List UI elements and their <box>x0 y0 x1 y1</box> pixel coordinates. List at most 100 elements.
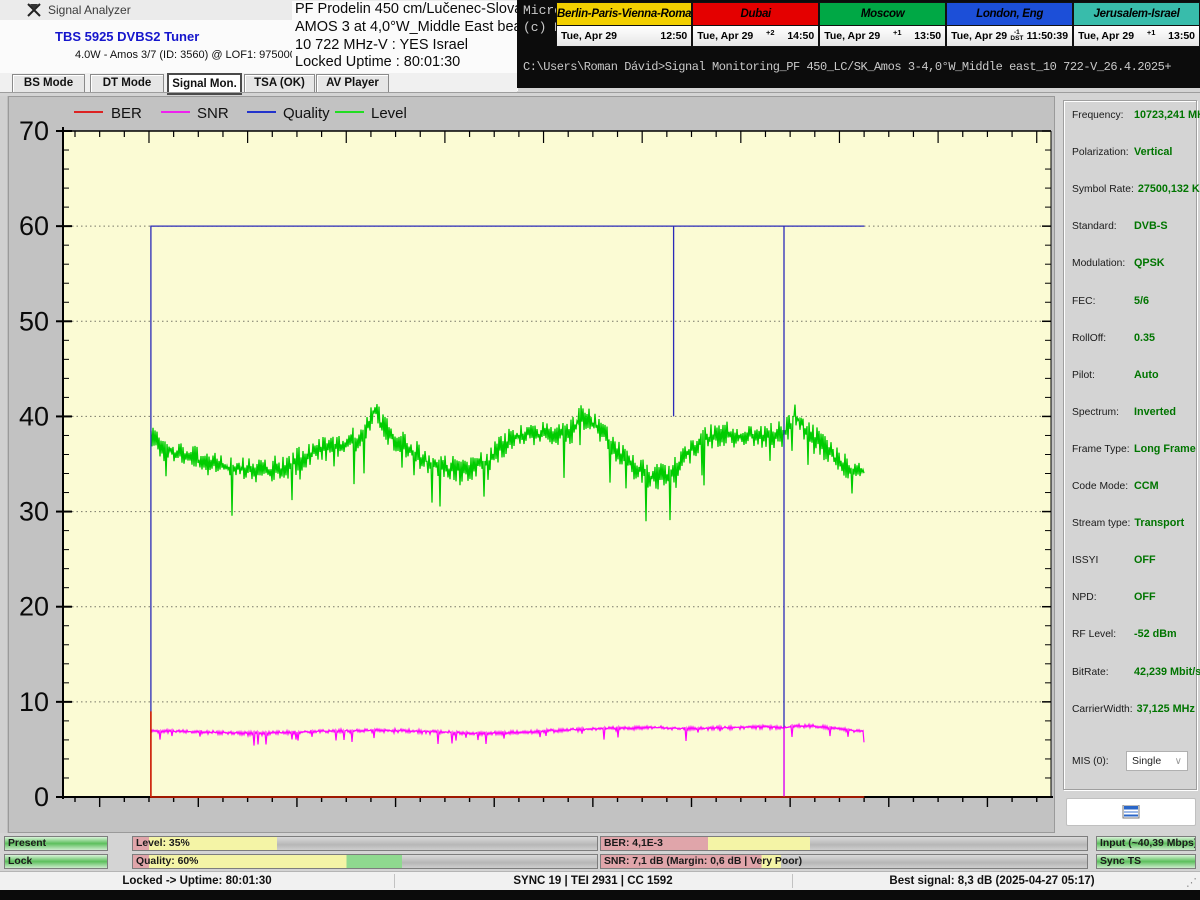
status-bar: Locked -> Uptime: 80:01:30 SYNC 19 | TEI… <box>0 871 1200 890</box>
clock-time: 12:50 <box>660 30 688 42</box>
param-value: Auto <box>1134 368 1159 381</box>
param-label: Frequency: <box>1072 110 1124 121</box>
clock-date: Tue, Apr 29 <box>951 30 1008 42</box>
param-row: CarrierWidth: 37,125 MHz <box>1072 703 1195 715</box>
clock-time: 13:50 <box>914 30 942 42</box>
mis-dropdown[interactable]: Single ∨ <box>1126 751 1188 771</box>
tab-av-player[interactable]: AV Player <box>316 74 389 93</box>
svg-text:BER: BER <box>111 105 142 122</box>
input-indicator: Input (~40,39 Mbps) <box>1096 836 1196 851</box>
param-value: 0.35 <box>1134 331 1156 344</box>
terminal-prompt[interactable]: C:\Users\Roman Dávid>Signal Monitoring_P… <box>523 60 1172 74</box>
svg-text:20: 20 <box>19 592 49 622</box>
param-label: CarrierWidth: <box>1072 703 1133 715</box>
status-best-signal: Best signal: 8,3 dB (2025-04-27 05:17) <box>889 875 1095 887</box>
svg-text:50: 50 <box>19 306 49 336</box>
disk-icon <box>1122 805 1140 819</box>
mis-selected-value: Single <box>1132 755 1162 767</box>
clock-time-row: Tue, Apr 29 12:50 <box>557 26 692 46</box>
svg-text:70: 70 <box>19 116 49 146</box>
tab-bs-mode[interactable]: BS Mode <box>12 74 85 93</box>
clock-dst-offset: -1 DST <box>1010 29 1024 42</box>
app-icon <box>27 3 41 17</box>
param-value: Long Frame <box>1134 442 1196 455</box>
param-label: ISSYI <box>1072 555 1099 567</box>
param-value: QPSK <box>1134 257 1165 270</box>
clock-time-row: Tue, Apr 29 -1 DST 11:50:39 <box>947 26 1073 46</box>
clock-date: Tue, Apr 29 <box>561 30 618 42</box>
svg-text:30: 30 <box>19 497 49 527</box>
level-bar: Level: 35% <box>132 836 598 851</box>
param-value: 27500,132 KS/s <box>1137 183 1200 196</box>
clock-offset: +2 <box>766 27 775 37</box>
tab-tsa[interactable]: TSA (OK) <box>244 74 315 93</box>
param-label: Spectrum: <box>1072 406 1119 418</box>
param-value: Transport <box>1134 517 1185 530</box>
param-value: 5/6 <box>1134 294 1150 307</box>
note-line: PF Prodelin 450 cm/Lučenec-Slovakia <box>295 1 541 17</box>
svg-text:SNR: SNR <box>197 105 229 122</box>
param-row: FEC: 5/6 <box>1072 295 1149 307</box>
param-row: Symbol Rate:27500,132 KS/s <box>1072 183 1200 195</box>
sync-ts-indicator: Sync TS <box>1096 854 1196 869</box>
snr-bar: SNR: 7,1 dB (Margin: 0,6 dB | Very Poor) <box>600 854 1088 869</box>
note-line: AMOS 3 at 4,0°W_Middle East beam <box>295 18 534 35</box>
param-value: Inverted <box>1134 405 1177 418</box>
svg-text:Quality: Quality <box>283 105 330 122</box>
clock-london: London, Eng Tue, Apr 29 -1 DST 11:50:39 <box>947 3 1075 46</box>
param-label: FEC: <box>1072 295 1096 307</box>
tuner-name: TBS 5925 DVBS2 Tuner <box>55 29 200 44</box>
param-row: BitRate: 42,239 Mbit/s <box>1072 666 1200 678</box>
signal-chart: 0 10 20 30 40 50 60 70 BER SNR Quality Level <box>19 105 1053 812</box>
svg-text:10: 10 <box>19 687 49 717</box>
divider <box>0 92 1200 93</box>
resize-grip-icon[interactable]: ⋰ <box>1186 876 1197 889</box>
param-label: Modulation: <box>1072 258 1126 270</box>
mis-label: MIS (0): <box>1072 755 1109 767</box>
param-row: Standard: DVB-S <box>1072 220 1168 232</box>
param-value: -52 dBm <box>1134 628 1177 641</box>
clock-date: Tue, Apr 29 <box>824 30 881 42</box>
param-value: DVB-S <box>1134 220 1168 233</box>
clock-date: Tue, Apr 29 <box>697 30 754 42</box>
param-row: Polarization: Vertical <box>1072 146 1172 158</box>
param-row: Code Mode: CCM <box>1072 480 1159 492</box>
signal-analyzer-screen: Signal Analyzer TBS 5925 DVBS2 Tuner 4.0… <box>0 0 1200 900</box>
param-value: 37,125 MHz <box>1136 702 1195 715</box>
clock-berlin: Berlin-Paris-Vienna-Roma Tue, Apr 29 12:… <box>557 3 694 46</box>
snapshot-button[interactable] <box>1066 798 1196 826</box>
status-uptime: Locked -> Uptime: 80:01:30 <box>122 875 272 887</box>
clock-offset: +1 <box>892 27 902 37</box>
tab-dt-mode[interactable]: DT Mode <box>90 74 164 93</box>
note-line: Locked Uptime : 80:01:30 <box>295 54 461 71</box>
clock-jerusalem: Jerusalem-Israel Tue, Apr 29 +1 13:50 <box>1074 3 1199 46</box>
param-label: Stream type: <box>1072 518 1131 530</box>
param-value: 10723,241 MHz <box>1134 109 1200 121</box>
param-label: Polarization: <box>1072 147 1129 159</box>
present-indicator: Present <box>4 836 108 851</box>
clock-time: 14:50 <box>787 30 815 42</box>
param-label: Pilot: <box>1072 369 1095 381</box>
param-label: RF Level: <box>1072 629 1117 641</box>
clock-city-header: Jerusalem-Israel <box>1074 3 1199 26</box>
param-label: Frame Type: <box>1072 443 1130 455</box>
mis-row: MIS (0): Single ∨ <box>1072 751 1190 771</box>
param-value: CCM <box>1134 480 1159 492</box>
clock-date: Tue, Apr 29 <box>1078 30 1135 42</box>
param-row: RollOff: 0.35 <box>1072 332 1155 344</box>
quality-bar: Quality: 60% <box>132 854 598 869</box>
param-label: Symbol Rate: <box>1072 184 1134 196</box>
clock-city-header: London, Eng <box>947 3 1073 26</box>
param-row: Frequency: 10723,241 MHz <box>1072 109 1200 121</box>
clock-time: 11:50:39 <box>1026 30 1069 42</box>
window-title: Signal Analyzer <box>48 3 131 17</box>
param-label: RollOff: <box>1072 332 1107 344</box>
param-label: NPD: <box>1072 592 1097 604</box>
param-value: OFF <box>1134 554 1156 567</box>
signal-monitor-chart-panel: 0 10 20 30 40 50 60 70 BER SNR Quality Level <box>8 96 1055 833</box>
bottom-strip <box>0 890 1200 900</box>
clock-city-header: Dubai <box>693 3 819 26</box>
param-row: NPD: OFF <box>1072 591 1156 603</box>
param-row: Frame Type: Long Frame <box>1072 443 1196 455</box>
clock-offset: +1 <box>1146 27 1156 37</box>
